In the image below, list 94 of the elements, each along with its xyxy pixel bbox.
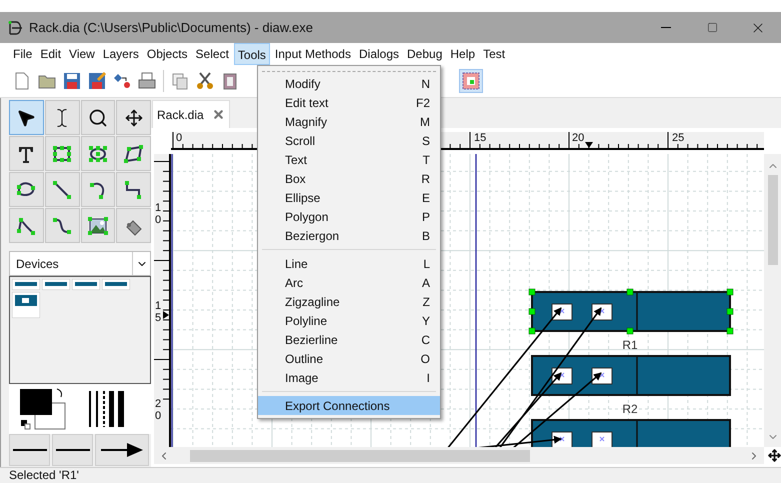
scissors-icon[interactable] bbox=[196, 72, 214, 90]
tool-button[interactable] bbox=[9, 136, 44, 171]
ruler-label: 25 bbox=[672, 132, 684, 145]
menu-item[interactable]: Bezierline C bbox=[258, 330, 440, 349]
menu-item[interactable]: Polyline Y bbox=[258, 311, 440, 330]
scroll-thumb[interactable] bbox=[768, 175, 778, 265]
ruler-label: 0 bbox=[176, 132, 182, 145]
menu-item[interactable]: Dialogs bbox=[356, 43, 402, 65]
line-style-button[interactable] bbox=[52, 434, 93, 466]
printer-icon[interactable] bbox=[138, 72, 156, 90]
menu-item[interactable]: Modify N bbox=[258, 74, 440, 93]
scroll-thumb[interactable] bbox=[190, 450, 530, 462]
line-icon bbox=[51, 178, 74, 200]
menu-item[interactable]: Ellipse E bbox=[258, 188, 440, 207]
ruler-label: 15 bbox=[155, 300, 162, 324]
menu-item[interactable]: Help bbox=[447, 43, 478, 65]
status-text: Selected 'R1' bbox=[9, 468, 79, 482]
line-width-icon[interactable] bbox=[87, 389, 127, 429]
move-icon bbox=[124, 108, 143, 126]
ruler-label: 20 bbox=[572, 132, 584, 145]
menu-item[interactable]: Edit text F2 bbox=[258, 93, 440, 112]
menu-item[interactable]: Line L bbox=[258, 254, 440, 273]
save-icon[interactable] bbox=[63, 72, 81, 90]
port bbox=[592, 432, 612, 447]
vertical-scrollbar[interactable] bbox=[764, 154, 781, 447]
sheet-dropdown[interactable]: Devices bbox=[9, 251, 151, 276]
tool-button[interactable] bbox=[116, 136, 151, 171]
tool-button[interactable] bbox=[80, 208, 116, 243]
tool-button[interactable] bbox=[44, 136, 80, 171]
rack-device[interactable] bbox=[531, 355, 731, 396]
menu-item[interactable]: Scroll S bbox=[258, 131, 440, 150]
menu-item[interactable]: Select bbox=[192, 43, 232, 65]
tool-button[interactable] bbox=[44, 208, 80, 243]
clipboard-icon[interactable] bbox=[221, 72, 239, 90]
menu-item[interactable]: Beziergon B bbox=[258, 226, 440, 245]
menu-item[interactable]: Objects bbox=[144, 43, 191, 65]
copy-icon[interactable] bbox=[171, 72, 189, 90]
device-label: R1 bbox=[622, 338, 638, 352]
maximize-icon bbox=[706, 22, 718, 33]
tool-button[interactable] bbox=[44, 172, 80, 207]
menu-item[interactable]: Debug bbox=[404, 43, 446, 65]
minimize-icon bbox=[661, 27, 671, 28]
tool-button[interactable] bbox=[80, 172, 116, 207]
arrow-icon bbox=[101, 443, 143, 457]
app-icon bbox=[8, 20, 24, 34]
ruler-label: 10 bbox=[155, 202, 162, 226]
menu-item[interactable]: File bbox=[10, 43, 36, 65]
ruler-label: 15 bbox=[474, 132, 486, 145]
tool-button[interactable] bbox=[9, 208, 44, 243]
move-icon[interactable] bbox=[768, 449, 781, 462]
menu-item[interactable]: Test bbox=[480, 43, 508, 65]
device-shape-icon[interactable] bbox=[42, 279, 70, 290]
pointer-icon bbox=[16, 108, 36, 128]
menu-item[interactable]: Input Methods bbox=[272, 43, 354, 65]
tool-button[interactable] bbox=[116, 100, 151, 135]
menu-item[interactable]: View bbox=[66, 43, 98, 65]
device-shape-icon[interactable] bbox=[12, 292, 40, 318]
device-shape-icon[interactable] bbox=[72, 279, 100, 290]
ruler-label: 20 bbox=[155, 398, 162, 422]
image-icon bbox=[86, 214, 109, 236]
menu-item[interactable]: Tools bbox=[234, 43, 270, 65]
menu-item[interactable]: Polygon P bbox=[258, 207, 440, 226]
line-end-button[interactable] bbox=[95, 434, 149, 466]
tool-button[interactable] bbox=[80, 100, 116, 135]
menu-item[interactable]: Outline O bbox=[258, 349, 440, 368]
layer-icon[interactable] bbox=[459, 69, 483, 93]
document-tab[interactable]: Rack.dia bbox=[152, 100, 230, 128]
search-icon bbox=[88, 108, 108, 128]
horizontal-scrollbar[interactable] bbox=[154, 447, 764, 464]
tool-button[interactable] bbox=[9, 172, 44, 207]
menu-item[interactable]: Edit bbox=[37, 43, 64, 65]
export-icon[interactable] bbox=[113, 72, 131, 90]
close-tab-icon[interactable] bbox=[212, 108, 225, 121]
window-title: Rack.dia (C:\Users\Public\Documents) - diaw.exe bbox=[29, 18, 313, 37]
menu-item[interactable]: Zigzagline Z bbox=[258, 292, 440, 311]
menu-item[interactable]: Layers bbox=[100, 43, 142, 65]
device-shape-icon[interactable] bbox=[102, 279, 130, 290]
tool-button[interactable] bbox=[80, 136, 116, 171]
rack-device[interactable] bbox=[528, 288, 734, 334]
line-start-button[interactable] bbox=[9, 434, 50, 466]
tool-button[interactable] bbox=[9, 100, 44, 135]
color-swatches-icon[interactable] bbox=[19, 387, 67, 431]
tool-button[interactable] bbox=[116, 172, 151, 207]
menu-item[interactable]: Box R bbox=[258, 169, 440, 188]
polygon-icon bbox=[122, 142, 145, 164]
new-file-icon[interactable] bbox=[13, 72, 31, 90]
menu-item[interactable]: Arc A bbox=[258, 273, 440, 292]
menu-item[interactable]: Image I bbox=[258, 368, 440, 387]
device-shape-icon[interactable] bbox=[12, 279, 40, 290]
device-label: R2 bbox=[622, 402, 638, 416]
menu-item[interactable]: Magnify M bbox=[258, 112, 440, 131]
tool-button[interactable] bbox=[44, 100, 80, 135]
menu-item[interactable]: Export Connections bbox=[258, 396, 440, 415]
save-as-icon[interactable] bbox=[88, 72, 106, 90]
